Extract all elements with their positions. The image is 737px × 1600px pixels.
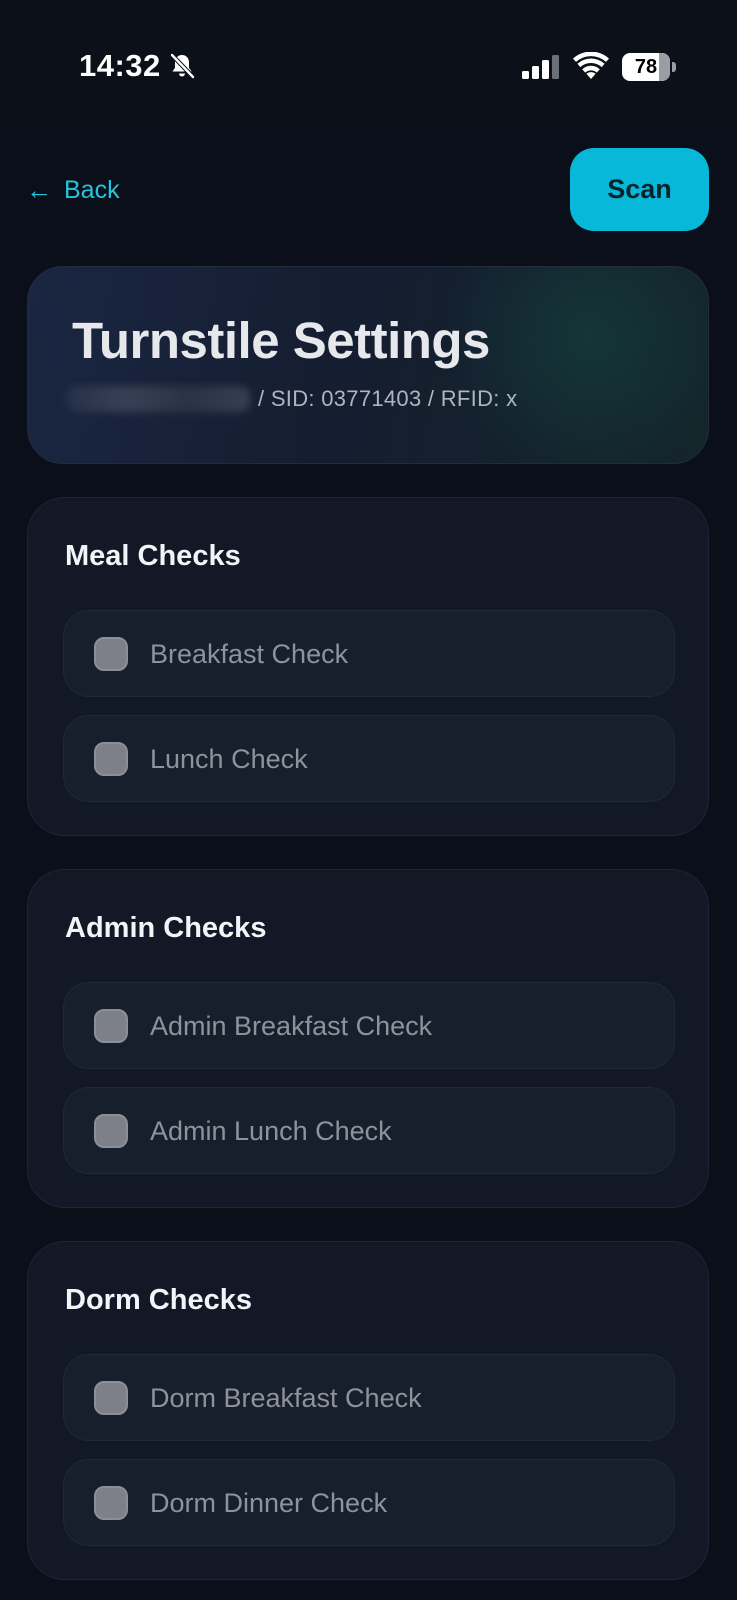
wifi-icon: [573, 52, 609, 79]
battery-icon: 78: [622, 53, 676, 81]
check-label: Admin Breakfast Check: [150, 1011, 433, 1041]
battery-tip: [672, 62, 676, 72]
student-id-row: / SID: 03771403 / RFID: x: [66, 381, 517, 417]
check-row-breakfast[interactable]: Breakfast Check: [63, 610, 675, 697]
check-row-admin-breakfast[interactable]: Admin Breakfast Check: [63, 982, 675, 1069]
header-card: Turnstile Settings / SID: 03771403 / RFI…: [27, 266, 709, 464]
back-arrow-icon: ←: [26, 175, 52, 205]
check-row-dorm-breakfast[interactable]: Dorm Breakfast Check: [63, 1354, 675, 1441]
checkbox[interactable]: [94, 1114, 128, 1148]
scan-button[interactable]: Scan: [570, 148, 709, 231]
section-dorm-checks: Dorm Checks Dorm Breakfast Check Dorm Di…: [27, 1241, 709, 1580]
check-label: Breakfast Check: [150, 639, 349, 669]
page-title: Turnstile Settings: [72, 312, 490, 369]
battery-body: 78: [622, 53, 670, 81]
section-admin-checks: Admin Checks Admin Breakfast Check Admin…: [27, 869, 709, 1208]
section-title: Admin Checks: [65, 912, 267, 944]
battery-level: 78: [634, 56, 658, 78]
checkbox[interactable]: [94, 637, 128, 671]
check-label: Dorm Dinner Check: [150, 1488, 388, 1518]
check-label: Dorm Breakfast Check: [150, 1383, 422, 1413]
section-title: Dorm Checks: [65, 1284, 252, 1316]
checkbox[interactable]: [94, 742, 128, 776]
check-label: Lunch Check: [150, 744, 308, 774]
checkbox[interactable]: [94, 1009, 128, 1043]
cellular-signal-icon: [522, 55, 559, 79]
back-button[interactable]: ← Back: [26, 172, 120, 208]
check-row-dorm-dinner[interactable]: Dorm Dinner Check: [63, 1459, 675, 1546]
checkbox[interactable]: [94, 1486, 128, 1520]
checkbox[interactable]: [94, 1381, 128, 1415]
status-bar: 14:32 78: [0, 0, 737, 120]
student-id-line: / SID: 03771403 / RFID: x: [258, 386, 518, 411]
status-time: 14:32: [79, 48, 161, 83]
check-row-lunch[interactable]: Lunch Check: [63, 715, 675, 802]
section-meal-checks: Meal Checks Breakfast Check Lunch Check: [27, 497, 709, 836]
bell-off-icon: [169, 52, 196, 80]
redacted-student-name: [66, 386, 250, 412]
check-label: Admin Lunch Check: [150, 1116, 392, 1146]
check-row-admin-lunch[interactable]: Admin Lunch Check: [63, 1087, 675, 1174]
section-title: Meal Checks: [65, 540, 241, 572]
back-label: Back: [64, 175, 120, 204]
